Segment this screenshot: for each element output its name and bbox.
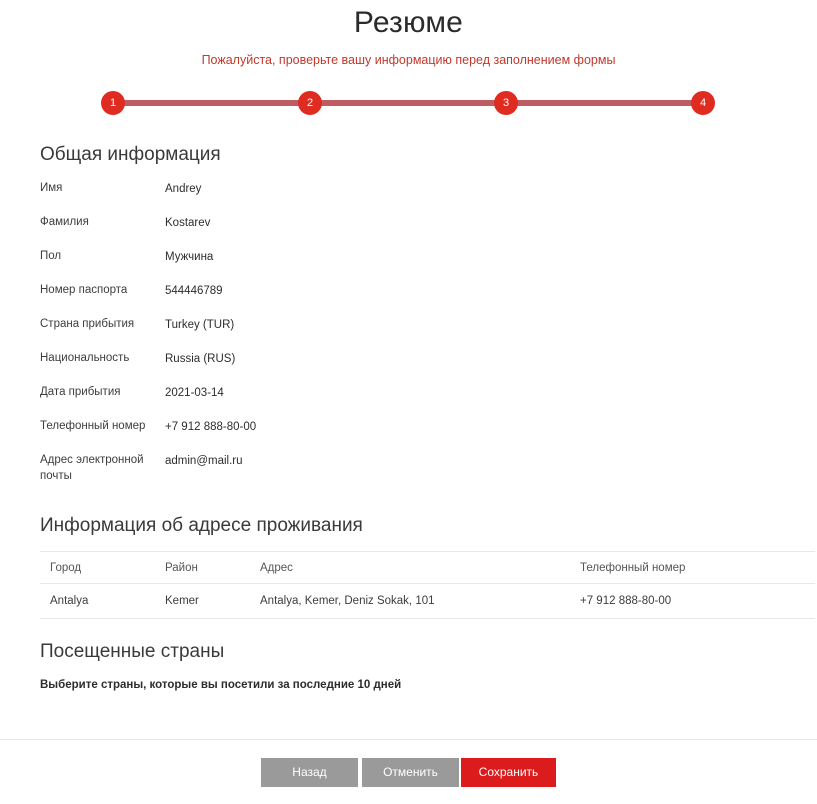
section-general-information: Общая информация Имя Andrey Фамилия Kost… [40, 126, 777, 484]
address-table: Город Район Адрес Телефонный номер Antal… [40, 551, 815, 619]
field-value: Andrey [165, 183, 202, 195]
general-information-fields: Имя Andrey Фамилия Kostarev Пол Мужчина … [40, 180, 777, 484]
resume-review-page: Резюме Пожалуйста, проверьте вашу информ… [0, 0, 817, 804]
field-value: 544446789 [165, 285, 223, 297]
field-value: +7 912 888-80-00 [165, 421, 257, 433]
field-value: Turkey (TUR) [165, 319, 235, 331]
section-visited-countries: Посещенные страны Выберите страны, котор… [40, 619, 777, 693]
cell-region: Kemer [155, 583, 250, 619]
field-row-gender: Пол Мужчина [40, 248, 777, 265]
back-button[interactable]: Назад [261, 757, 358, 787]
cell-city: Antalya [40, 583, 155, 619]
field-value: Kostarev [165, 217, 211, 229]
page-subtitle: Пожалуйста, проверьте вашу информацию пе… [201, 53, 616, 67]
field-label: Национальность [40, 352, 130, 364]
page-title: Резюме [353, 6, 464, 39]
field-label: Имя [40, 182, 63, 194]
field-label: Адрес электронной почты [40, 454, 144, 482]
field-label: Пол [40, 250, 62, 262]
field-row-last-name: Фамилия Kostarev [40, 214, 777, 231]
field-label: Номер паспорта [40, 284, 128, 296]
address-table-body: Antalya Kemer Antalya, Kemer, Deniz Soka… [40, 583, 815, 619]
visited-countries-hint: Выберите страны, которые вы посетили за … [40, 679, 402, 691]
general-information-heading: Общая информация [40, 144, 221, 165]
stepper-step-1[interactable]: 1 [101, 91, 125, 115]
field-label: Телефонный номер [40, 420, 146, 432]
address-table-header: Город Район Адрес Телефонный номер [40, 551, 815, 584]
field-row-first-name: Имя Andrey [40, 180, 777, 197]
content-area: Общая информация Имя Andrey Фамилия Kost… [0, 126, 817, 693]
field-value: Мужчина [165, 251, 214, 263]
table-header-row: Город Район Адрес Телефонный номер [40, 551, 815, 584]
stepper-step-2[interactable]: 2 [298, 91, 322, 115]
stepper-step-3[interactable]: 3 [494, 91, 518, 115]
stepper-step-4[interactable]: 4 [691, 91, 715, 115]
field-label: Дата прибытия [40, 386, 121, 398]
table-row: Antalya Kemer Antalya, Kemer, Deniz Soka… [40, 583, 815, 619]
field-value: Russia (RUS) [165, 353, 236, 365]
field-value: admin@mail.ru [165, 455, 243, 467]
field-value: 2021-03-14 [165, 387, 224, 399]
stepper-track [113, 100, 703, 106]
column-header-city: Город [40, 551, 155, 584]
cancel-button[interactable]: Отменить [362, 757, 459, 787]
field-row-arrival-country: Страна прибытия Turkey (TUR) [40, 316, 777, 333]
field-row-phone-number: Телефонный номер +7 912 888-80-00 [40, 418, 777, 435]
field-row-arrival-date: Дата прибытия 2021-03-14 [40, 384, 777, 401]
cell-phone: +7 912 888-80-00 [570, 583, 815, 619]
field-row-email: Адрес электронной почты admin@mail.ru [40, 452, 777, 484]
field-label: Фамилия [40, 216, 89, 228]
save-button[interactable]: Сохранить [461, 757, 556, 787]
section-address-information: Информация об адресе проживания Город Ра… [40, 501, 815, 619]
footer-action-bar: Назад Отменить Сохранить [0, 739, 817, 804]
field-row-nationality: Национальность Russia (RUS) [40, 350, 777, 367]
progress-stepper: 1 2 3 4 [0, 86, 817, 126]
column-header-region: Район [155, 551, 250, 584]
visited-countries-heading: Посещенные страны [40, 641, 225, 662]
column-header-address: Адрес [250, 551, 570, 584]
address-information-heading: Информация об адресе проживания [40, 515, 363, 536]
field-label: Страна прибытия [40, 318, 135, 330]
column-header-phone: Телефонный номер [570, 551, 815, 584]
cell-address: Antalya, Kemer, Deniz Sokak, 101 [250, 583, 570, 619]
field-row-passport-number: Номер паспорта 544446789 [40, 282, 777, 299]
